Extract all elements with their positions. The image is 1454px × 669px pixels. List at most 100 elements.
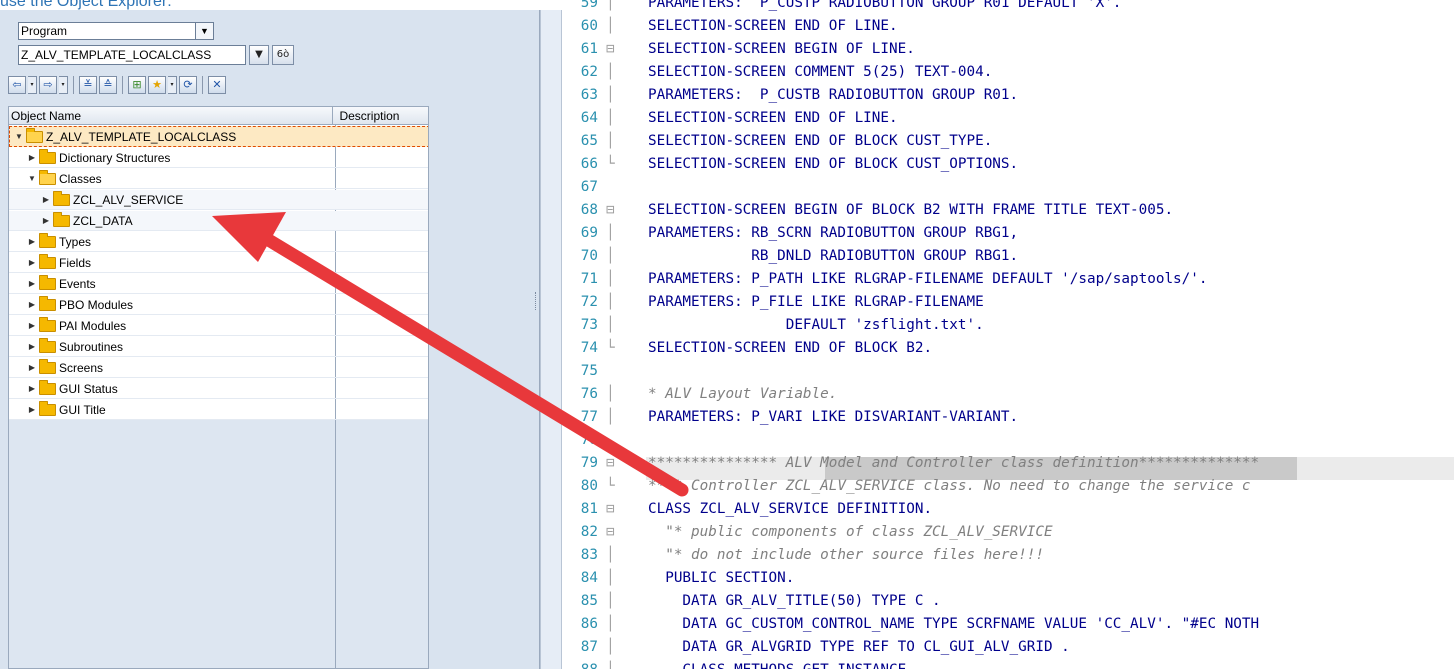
code-line[interactable]: 80 └ **** Controller ZCL_ALV_SERVICE class… [562, 475, 1454, 498]
fold-toggle-icon[interactable]: ⊟ [606, 452, 618, 475]
code-line[interactable]: 73 │ DEFAULT 'zsflight.txt'. [562, 314, 1454, 337]
dropdown-arrow-button[interactable]: ▼ [249, 45, 269, 65]
expand-triangle-icon[interactable]: ▶ [27, 321, 37, 330]
code-text: * ALV Layout Variable. [648, 386, 838, 402]
splitter-grip[interactable] [535, 292, 538, 310]
tree-node-gui-status[interactable]: ▶ GUI Status [9, 379, 428, 399]
line-number: 84 [580, 570, 598, 586]
expand-triangle-icon[interactable]: ▶ [27, 153, 37, 162]
code-line[interactable]: 87 │ DATA GR_ALVGRID TYPE REF TO CL_GUI_A… [562, 636, 1454, 659]
code-line[interactable]: 70 │ RB_DNLD RADIOBUTTON GROUP RBG1. [562, 245, 1454, 268]
tree-node-subroutines[interactable]: ▶ Subroutines [9, 337, 428, 357]
column-header-description[interactable]: Description [333, 107, 428, 124]
code-line[interactable]: 68 ⊟ SELECTION-SCREEN BEGIN OF BLOCK B2 WI… [562, 199, 1454, 222]
code-text: "* public components of class ZCL_ALV_SE… [648, 524, 1053, 540]
fold-toggle-icon[interactable]: ⊟ [606, 38, 618, 61]
tree-node-label: PAI Modules [59, 318, 127, 333]
column-header-object-name[interactable]: Object Name [9, 107, 334, 124]
tree-node-pbo-modules[interactable]: ▶ PBO Modules [9, 295, 428, 315]
folder-icon [39, 253, 56, 269]
tree-node-program[interactable]: ▼ Z_ALV_TEMPLATE_LOCALCLASS [9, 126, 428, 147]
object-type-dropdown[interactable]: Program ▼ [18, 22, 214, 40]
code-line[interactable]: 74 └ SELECTION-SCREEN END OF BLOCK B2. [562, 337, 1454, 360]
expand-triangle-icon[interactable]: ▶ [27, 363, 37, 372]
tree-node-label: Dictionary Structures [59, 150, 171, 165]
fold-toggle-icon[interactable]: ⊟ [606, 498, 618, 521]
line-number: 65 [580, 133, 598, 149]
code-line[interactable]: 76 │ * ALV Layout Variable. [562, 383, 1454, 406]
expand-triangle-icon[interactable]: ▶ [27, 342, 37, 351]
code-line[interactable]: 84 │ PUBLIC SECTION. [562, 567, 1454, 590]
chevron-down-icon[interactable]: ▼ [195, 23, 213, 39]
code-line[interactable]: 61 ⊟ SELECTION-SCREEN BEGIN OF LINE. [562, 38, 1454, 61]
tree-node-zcl-alv-service[interactable]: ▶ ZCL_ALV_SERVICE [9, 190, 428, 210]
fold-guide: │ [606, 225, 615, 241]
code-line[interactable]: 62 │ SELECTION-SCREEN COMMENT 5(25) TEXT-0… [562, 61, 1454, 84]
tree-node-zcl-data[interactable]: ▶ ZCL_DATA [9, 211, 428, 231]
code-line[interactable]: 79 ⊟ *************** ALV Model and Control… [562, 452, 1454, 475]
hierarchy-icon[interactable]: ⊞ [128, 76, 146, 94]
refresh-icon[interactable]: ⟳ [179, 76, 197, 94]
code-line[interactable]: 69 │ PARAMETERS: RB_SCRN RADIOBUTTON GROUP… [562, 222, 1454, 245]
display-glasses-button[interactable]: 6ò [272, 45, 294, 65]
code-line[interactable]: 63 │ PARAMETERS: P_CUSTB RADIOBUTTON GROUP… [562, 84, 1454, 107]
code-line[interactable]: 83 │ "* do not include other source files… [562, 544, 1454, 567]
expand-all-icon[interactable]: ≚ [79, 76, 97, 94]
collapse-triangle-icon[interactable]: ▼ [27, 174, 37, 183]
folder-icon [39, 232, 56, 248]
code-line[interactable]: 66 └ SELECTION-SCREEN END OF BLOCK CUST_OP… [562, 153, 1454, 176]
line-number: 64 [580, 110, 598, 126]
code-line[interactable]: 59 │ PARAMETERS: P_CUSTP RADIOBUTTON GROUP… [562, 0, 1454, 15]
tree-node-screens[interactable]: ▶ Screens [9, 358, 428, 378]
expand-triangle-icon[interactable]: ▶ [41, 195, 51, 204]
tree-node-fields[interactable]: ▶ Fields [9, 253, 428, 273]
tree-node-dictionary-structures[interactable]: ▶ Dictionary Structures [9, 148, 428, 168]
abap-code-editor[interactable]: 59 │ PARAMETERS: P_CUSTP RADIOBUTTON GROUP… [562, 0, 1454, 669]
code-line[interactable]: 85 │ DATA GR_ALV_TITLE(50) TYPE C . [562, 590, 1454, 613]
forward-dropdown-icon[interactable]: ▾ [59, 76, 68, 94]
close-window-icon[interactable]: ✕ [208, 76, 226, 94]
expand-triangle-icon[interactable]: ▶ [27, 258, 37, 267]
code-line[interactable]: 64 │ SELECTION-SCREEN END OF LINE. [562, 107, 1454, 130]
expand-triangle-icon[interactable]: ▶ [27, 279, 37, 288]
code-line[interactable]: 78 [562, 429, 1454, 452]
collapse-all-icon[interactable]: ≙ [99, 76, 117, 94]
pane-splitter[interactable] [540, 10, 562, 669]
code-line[interactable]: 71 │ PARAMETERS: P_PATH LIKE RLGRAP-FILENA… [562, 268, 1454, 291]
tree-node-events[interactable]: ▶ Events [9, 274, 428, 294]
back-dropdown-icon[interactable]: ▾ [28, 76, 37, 94]
code-line[interactable]: 60 │ SELECTION-SCREEN END OF LINE. [562, 15, 1454, 38]
fold-toggle-icon[interactable]: ⊟ [606, 199, 618, 222]
tree-node-label: PBO Modules [59, 297, 134, 312]
code-line[interactable]: 72 │ PARAMETERS: P_FILE LIKE RLGRAP-FILENA… [562, 291, 1454, 314]
fold-guide: └ [606, 340, 615, 356]
expand-triangle-icon[interactable]: ▶ [41, 216, 51, 225]
code-line[interactable]: 67 [562, 176, 1454, 199]
code-line[interactable]: 75 [562, 360, 1454, 383]
fold-guide: │ [606, 64, 615, 80]
tree-node-classes[interactable]: ▼ Classes [9, 169, 428, 189]
expand-triangle-icon[interactable]: ▶ [27, 300, 37, 309]
forward-arrow-icon[interactable]: ⇨ [39, 76, 57, 94]
code-line[interactable]: 86 │ DATA GC_CUSTOM_CONTROL_NAME TYPE SCR… [562, 613, 1454, 636]
line-number: 60 [580, 18, 598, 34]
fold-toggle-icon[interactable]: ⊟ [606, 521, 618, 544]
tree-node-types[interactable]: ▶ Types [9, 232, 428, 252]
collapse-triangle-icon[interactable]: ▼ [14, 132, 24, 141]
code-line[interactable]: 65 │ SELECTION-SCREEN END OF BLOCK CUST_TY… [562, 130, 1454, 153]
toolbar-separator [73, 76, 74, 94]
expand-triangle-icon[interactable]: ▶ [27, 237, 37, 246]
code-line[interactable]: 81 ⊟ CLASS ZCL_ALV_SERVICE DEFINITION. [562, 498, 1454, 521]
tree-node-gui-title[interactable]: ▶ GUI Title [9, 400, 428, 420]
tree-node-pai-modules[interactable]: ▶ PAI Modules [9, 316, 428, 336]
expand-triangle-icon[interactable]: ▶ [27, 405, 37, 414]
favorites-dropdown-icon[interactable]: ▾ [168, 76, 177, 94]
code-line[interactable]: 82 ⊟ "* public components of class ZCL_AL… [562, 521, 1454, 544]
back-arrow-icon[interactable]: ⇦ [8, 76, 26, 94]
expand-triangle-icon[interactable]: ▶ [27, 384, 37, 393]
code-text: SELECTION-SCREEN END OF LINE. [648, 110, 898, 126]
code-line[interactable]: 77 │ PARAMETERS: P_VARI LIKE DISVARIANT-VA… [562, 406, 1454, 429]
code-line[interactable]: 88 │ CLASS-METHODS GET_INSTANCE [562, 659, 1454, 669]
favorites-star-icon[interactable]: ★ [148, 76, 166, 94]
object-name-input[interactable]: Z_ALV_TEMPLATE_LOCALCLASS [18, 45, 246, 65]
